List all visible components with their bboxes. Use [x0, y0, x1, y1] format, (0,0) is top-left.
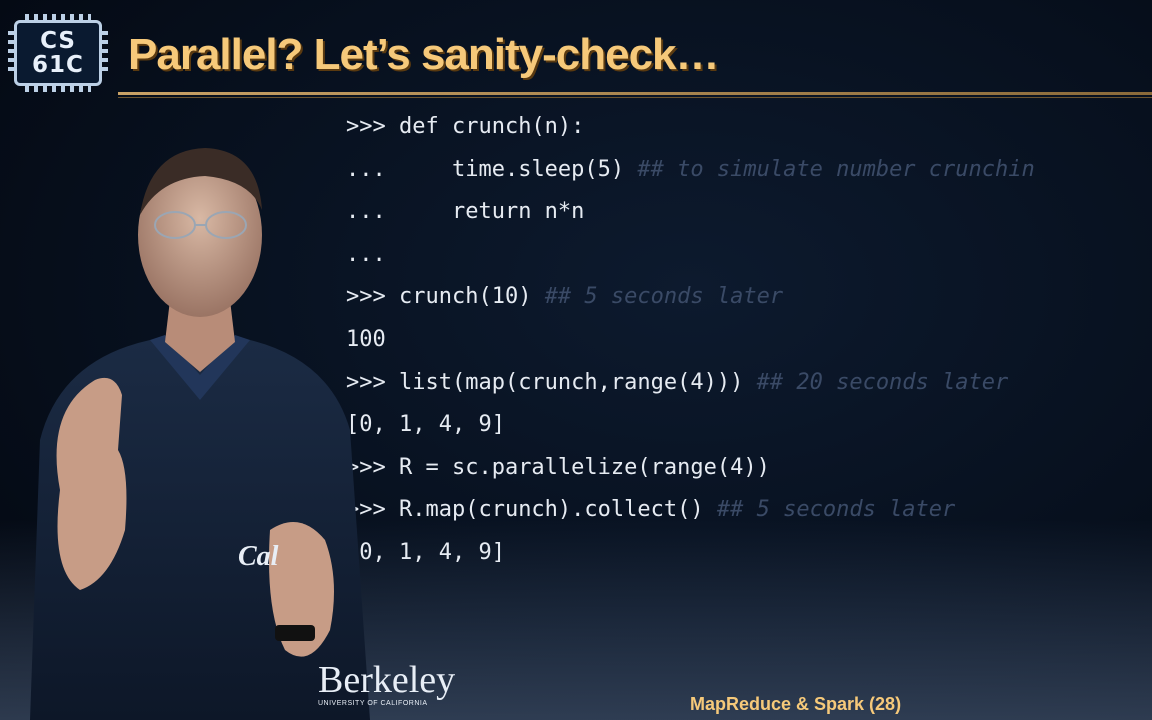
code-line: [0, 1, 4, 9]	[346, 404, 1152, 447]
slide-footer: MapReduce & Spark (28)	[690, 694, 902, 714]
code-text: R.map(crunch).collect()	[398, 497, 717, 523]
code-line: >>> R.map(crunch).collect() ## 5 seconds…	[346, 489, 1152, 532]
code-text: def crunch(n):	[398, 114, 585, 139]
code-line: >>> R = sc.parallelize(range(4))	[346, 447, 1152, 490]
code-comment: ## to simulate number crunchin	[637, 156, 1035, 182]
code-block: >>> def crunch(n):... time.sleep(5) ## t…	[346, 106, 1152, 575]
logo-line-1: CS	[40, 28, 76, 54]
code-line: >>> def crunch(n):	[346, 106, 1152, 149]
code-text: return n*n	[451, 199, 585, 225]
code-comment: ## 20 seconds later	[756, 369, 1009, 395]
berkeley-wordmark: Berkeley	[318, 659, 456, 701]
title-divider	[118, 92, 1152, 95]
code-comment: ## 5 seconds later	[544, 284, 784, 310]
code-text: list(map(crunch,range(4)))	[398, 369, 757, 395]
berkeley-subtitle: UNIVERSITY OF CALIFORNIA	[318, 700, 428, 707]
code-text: crunch(10)	[398, 284, 545, 310]
code-comment: ## 5 seconds later	[716, 497, 956, 523]
code-line: ... time.sleep(5) ## to simulate number …	[346, 149, 1152, 192]
title-divider-thin	[118, 97, 1152, 98]
cal-logo: Cal	[238, 541, 279, 572]
code-line: [0, 1, 4, 9]	[346, 532, 1152, 575]
wristwatch	[275, 625, 315, 641]
code-line: 100	[346, 319, 1152, 362]
slide-title: Parallel? Let’s sanity-check…	[128, 30, 720, 79]
cs61c-logo: CS 61C	[8, 14, 108, 92]
code-line: ...	[346, 234, 1152, 277]
code-line: >>> list(map(crunch,range(4))) ## 20 sec…	[346, 362, 1152, 405]
chip-pins-left	[8, 31, 14, 75]
code-line: >>> crunch(10) ## 5 seconds later	[346, 276, 1152, 319]
code-line: ... return n*n	[346, 191, 1152, 234]
code-text: time.sleep(5)	[451, 156, 638, 182]
presenter-figure: Cal	[30, 148, 370, 720]
chip-pins-top	[25, 14, 91, 20]
chip-pins-bottom	[25, 86, 91, 92]
chip-pins-right	[102, 31, 108, 75]
code-text: R = sc.parallelize(range(4))	[398, 454, 770, 480]
logo-line-2: 61C	[32, 52, 84, 78]
